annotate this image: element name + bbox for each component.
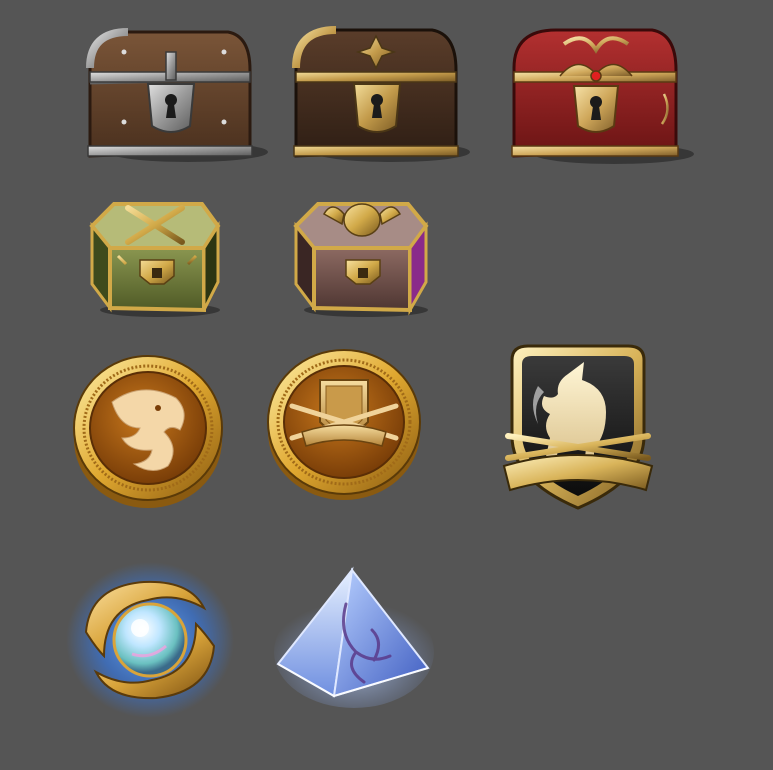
green-swords-hex-box-icon [88, 198, 226, 318]
purple-armor-hex-box-icon [292, 194, 434, 318]
dark-gold-chest-icon [286, 22, 470, 166]
glowing-orb-relic-icon [64, 560, 236, 720]
unicorn-crest-icon [498, 340, 658, 518]
sprite-sheet [0, 0, 773, 770]
red-royal-chest-icon [504, 24, 694, 168]
crystal-pyramid-icon [272, 564, 436, 708]
dragon-coin-icon [72, 352, 224, 510]
wooden-chest-icon [78, 22, 268, 166]
shield-coin-icon [266, 346, 422, 502]
